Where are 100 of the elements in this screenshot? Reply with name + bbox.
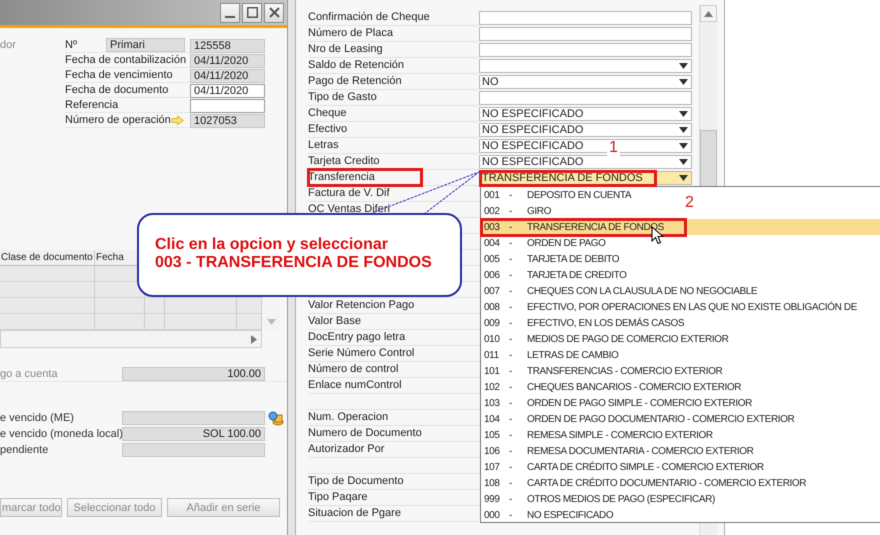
input-field[interactable]: 125558	[190, 38, 265, 52]
list-item[interactable]: 006 - TARJETA DE CREDITO	[481, 267, 626, 283]
list-item[interactable]: 108 - CARTA DE CRÉDITO DOCUMENTARIO - COMERCIO EXTERIOR	[481, 475, 806, 491]
field-label: Autorizador Por	[308, 442, 479, 458]
field-label: Nº	[65, 39, 78, 51]
input-field[interactable]	[190, 98, 265, 112]
field-label: Transferencia	[308, 170, 479, 186]
field-label: Valor Base	[308, 314, 479, 330]
input-field[interactable]: 04/11/2020	[190, 68, 265, 82]
field-label: Factura de V. Dif	[308, 186, 479, 202]
field-label: Enlace numControl	[308, 378, 479, 394]
caret-icon	[679, 143, 688, 149]
amount-field: SOL 100.00	[122, 427, 265, 441]
list-item[interactable]: 011 - LETRAS DE CAMBIO	[481, 347, 618, 363]
field-label: e vencido (ME)	[0, 412, 75, 424]
list-item[interactable]: 103 - ORDEN DE PAGO SIMPLE - COMERCIO EXTERIOR	[481, 395, 752, 411]
caret-icon	[679, 63, 688, 69]
field-label: Tipo Paqare	[308, 490, 479, 506]
dropdown-field[interactable]: NO ESPECIFICADO	[479, 155, 692, 169]
list-item[interactable]: 106 - REMESA DOCUMENTARIA - COMERCIO EXTERIOR	[481, 443, 754, 459]
field-label: Confirmación de Cheque	[308, 10, 479, 26]
caret-icon	[679, 175, 688, 181]
list-item[interactable]: 002 - GIRO	[481, 203, 551, 219]
input-field[interactable]	[479, 91, 692, 105]
amount-field: 100.00	[122, 366, 265, 380]
caret-icon	[679, 127, 688, 133]
field-label: Situacion de Pgare	[308, 506, 479, 522]
scroll-up-button[interactable]	[700, 5, 717, 22]
column-header[interactable]: Clase de documento	[0, 250, 95, 266]
list-item[interactable]: 008 - EFECTIVO, POR OPERACIONES EN LAS QUE NO EXISTE OBLIGACIÓN DE	[481, 299, 857, 315]
close-icon	[268, 7, 280, 18]
step-number-tooltip: 1	[607, 140, 620, 156]
list-item[interactable]: 005 - TARJETA DE DEBITO	[481, 251, 620, 267]
field-label: Num. Operacion	[308, 410, 479, 426]
field-label: Número de control	[308, 362, 479, 378]
input-field[interactable]: 04/11/2020	[190, 54, 265, 68]
field-label: Letras	[308, 138, 479, 154]
field-label: Número de operación	[65, 114, 171, 126]
input-field[interactable]	[479, 43, 692, 57]
field-label: Tipo de Gasto	[308, 90, 479, 106]
dropdown-field[interactable]: NO	[479, 75, 692, 89]
table-cell	[237, 298, 262, 314]
table-cell	[145, 314, 165, 330]
input-field[interactable]	[479, 27, 692, 41]
list-item[interactable]: 107 - CARTA DE CRÉDITO SIMPLE - COMERCIO EXTERIOR	[481, 459, 764, 475]
minimize-icon	[225, 16, 235, 18]
list-item[interactable]: 009 - EFECTIVO, EN LOS DEMÁS CASOS	[481, 315, 684, 331]
field-label: Numero de Documento	[308, 426, 479, 442]
field-label: Nro de Leasing	[308, 42, 479, 58]
right-arrow-icon	[251, 334, 257, 344]
list-item[interactable]: 104 - ORDEN DE PAGO DOCUMENTARIO - COMERCIO EXTERIOR	[481, 411, 794, 427]
list-item[interactable]: 001 - DEPOSITO EN CUENTA	[481, 187, 632, 203]
field-label: DocEntry pago letra	[308, 330, 479, 346]
field-label: Fecha de documento	[65, 84, 170, 96]
list-item[interactable]: 010 - MEDIOS DE PAGO DE COMERCIO EXTERIOR	[481, 331, 728, 347]
list-item[interactable]: 004 - ORDEN DE PAGO	[481, 235, 606, 251]
field-label: Valor Retencion Pago	[308, 298, 479, 314]
field-label: Pago de Retención	[308, 74, 479, 90]
dropdown-field[interactable]	[479, 59, 692, 73]
list-item[interactable]: 000 - NO ESPECIFICADO	[481, 507, 614, 523]
list-item[interactable]: 102 - CHEQUES BANCARIOS - COMERCIO EXTERIOR	[481, 379, 742, 395]
horizontal-scrollbar[interactable]	[0, 330, 262, 348]
list-item[interactable]: 007 - CHEQUES CON LA CLAUSULA DE NO NEGOCIABLE	[481, 283, 758, 299]
close-button[interactable]	[264, 2, 284, 22]
table-cell	[145, 298, 165, 314]
caret-icon	[679, 79, 688, 85]
caret-icon	[679, 159, 688, 165]
caret-icon	[679, 111, 688, 117]
field-label: Fecha de vencimiento	[65, 69, 174, 81]
dropdown-list[interactable]	[480, 186, 880, 523]
list-item[interactable]: 105 - REMESA SIMPLE - COMERCIO EXTERIOR	[481, 427, 713, 443]
field-label: dor	[0, 38, 17, 53]
field-label: Efectivo	[308, 122, 479, 138]
maximize-button[interactable]	[242, 2, 262, 22]
field-label: Fecha de contabilización	[65, 54, 188, 66]
field-label: Saldo de Retención	[308, 58, 479, 74]
list-item[interactable]: 101 - TRANSFERENCIAS - COMERCIO EXTERIOR	[481, 363, 722, 379]
table-cell	[165, 298, 237, 314]
field-label: e vencido (moneda local)	[0, 428, 122, 440]
dropdown-field[interactable]: NO ESPECIFICADO	[479, 107, 692, 121]
field-label: Tipo de Documento	[308, 474, 479, 490]
callout-text: Clic en la opcion y seleccionar	[155, 236, 389, 254]
input-field[interactable]: 1027053	[190, 114, 265, 128]
field-label: pendiente	[0, 444, 50, 456]
field-label: Referencia	[65, 99, 120, 111]
callout-text: 003 - TRANSFERENCIA DE FONDOS	[155, 254, 433, 272]
field-label: Serie Número Control	[308, 346, 479, 362]
field-label: go a cuenta	[0, 368, 58, 380]
up-arrow-icon	[704, 10, 713, 16]
input-field[interactable]	[479, 11, 692, 25]
field-label: Número de Placa	[308, 26, 479, 42]
down-arrow-icon	[266, 319, 276, 325]
series-field[interactable]: Primari	[106, 38, 185, 52]
minimize-button[interactable]	[220, 2, 240, 22]
input-field[interactable]: 04/11/2020	[190, 84, 265, 98]
table-cell	[95, 314, 145, 330]
field-label: Cheque	[308, 106, 479, 122]
list-item[interactable]: 999 - OTROS MEDIOS DE PAGO (ESPECIFICAR)	[481, 491, 715, 507]
table-cell	[165, 314, 237, 330]
dropdown-field[interactable]: NO ESPECIFICADO	[479, 123, 692, 137]
